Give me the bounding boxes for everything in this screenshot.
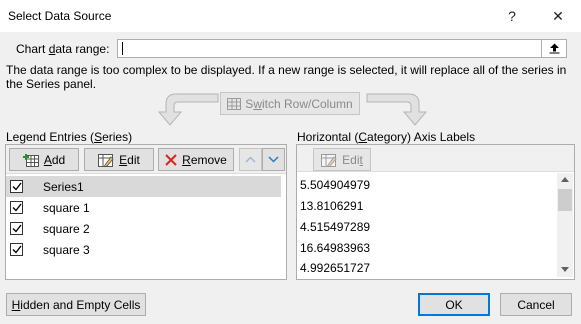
cancel-button[interactable]: Cancel: [500, 293, 572, 316]
scroll-up-icon[interactable]: [561, 177, 569, 182]
remove-series-button[interactable]: Remove: [158, 148, 234, 171]
check-icon: [12, 182, 22, 191]
category-label-item: 4.992651727: [300, 261, 371, 275]
edit-grid-icon: [321, 153, 337, 167]
edit-series-button[interactable]: Edit: [84, 148, 154, 171]
switch-grid-icon: [227, 97, 242, 110]
remove-x-icon: [165, 153, 177, 166]
title-bar: Select Data Source ? ✕: [0, 0, 581, 32]
series-row[interactable]: square 2: [6, 218, 281, 239]
range-message: The data range is too complex to be disp…: [6, 63, 567, 91]
move-down-button[interactable]: [262, 148, 285, 171]
series-checkbox[interactable]: [10, 222, 23, 235]
legend-entries-panel: Add Edit Remove Series1 square 1 square …: [5, 144, 287, 280]
series-row[interactable]: square 3: [6, 239, 281, 260]
legend-toolbar: Add Edit Remove: [6, 145, 286, 174]
series-name: square 1: [43, 200, 90, 215]
curved-arrow-right-icon: [366, 93, 428, 126]
category-label-item: 13.8106291: [300, 199, 364, 213]
edit-axis-labels-button[interactable]: Edit: [313, 148, 371, 171]
scroll-down-icon[interactable]: [561, 267, 569, 272]
curved-arrow-left-icon: [157, 93, 219, 126]
axis-labels-panel: Edit 5.504904979 13.8106291 4.515497289 …: [296, 144, 575, 280]
axis-toolbar: Edit: [297, 145, 574, 172]
category-label-item: 5.504904979: [300, 178, 371, 192]
edit-grid-icon: [98, 153, 114, 167]
text-caret: [122, 42, 123, 55]
axis-labels-label: Horizontal (Category) Axis Labels: [297, 130, 476, 144]
check-icon: [12, 224, 22, 233]
series-row[interactable]: square 1: [6, 197, 281, 218]
close-icon: ✕: [552, 7, 564, 24]
check-icon: [12, 245, 22, 254]
dialog-title: Select Data Source: [8, 9, 112, 23]
collapse-dialog-button[interactable]: [541, 39, 567, 58]
ok-button[interactable]: OK: [418, 293, 490, 316]
series-name: square 3: [43, 242, 90, 257]
move-up-button[interactable]: [239, 148, 262, 171]
axis-labels-scrollbar[interactable]: [557, 173, 573, 277]
series-name: Series1: [43, 179, 84, 194]
hidden-empty-cells-button[interactable]: Hidden and Empty Cells: [6, 293, 146, 316]
scroll-thumb[interactable]: [558, 189, 572, 211]
chevron-down-icon: [268, 156, 279, 163]
category-label-item: 4.515497289: [300, 220, 371, 234]
series-checkbox[interactable]: [10, 180, 23, 193]
help-icon: ?: [508, 8, 516, 24]
collapse-arrow-icon: [549, 43, 559, 54]
category-label-item: 16.64983963: [300, 241, 371, 255]
add-series-button[interactable]: Add: [9, 148, 79, 171]
series-checkbox[interactable]: [10, 201, 23, 214]
chart-data-range-input[interactable]: [117, 39, 566, 58]
legend-entries-label: Legend Entries (Series): [6, 130, 133, 144]
series-name: square 2: [43, 221, 90, 236]
switch-row-column-button[interactable]: Switch Row/Column: [220, 92, 360, 115]
check-icon: [12, 203, 22, 212]
add-grid-icon: [22, 153, 39, 167]
chart-data-range-label: Chart data range:: [16, 42, 110, 56]
series-checkbox[interactable]: [10, 243, 23, 256]
series-row[interactable]: Series1: [6, 176, 281, 197]
close-button[interactable]: ✕: [543, 4, 573, 28]
help-button[interactable]: ?: [497, 4, 527, 28]
chevron-up-icon: [245, 156, 256, 163]
